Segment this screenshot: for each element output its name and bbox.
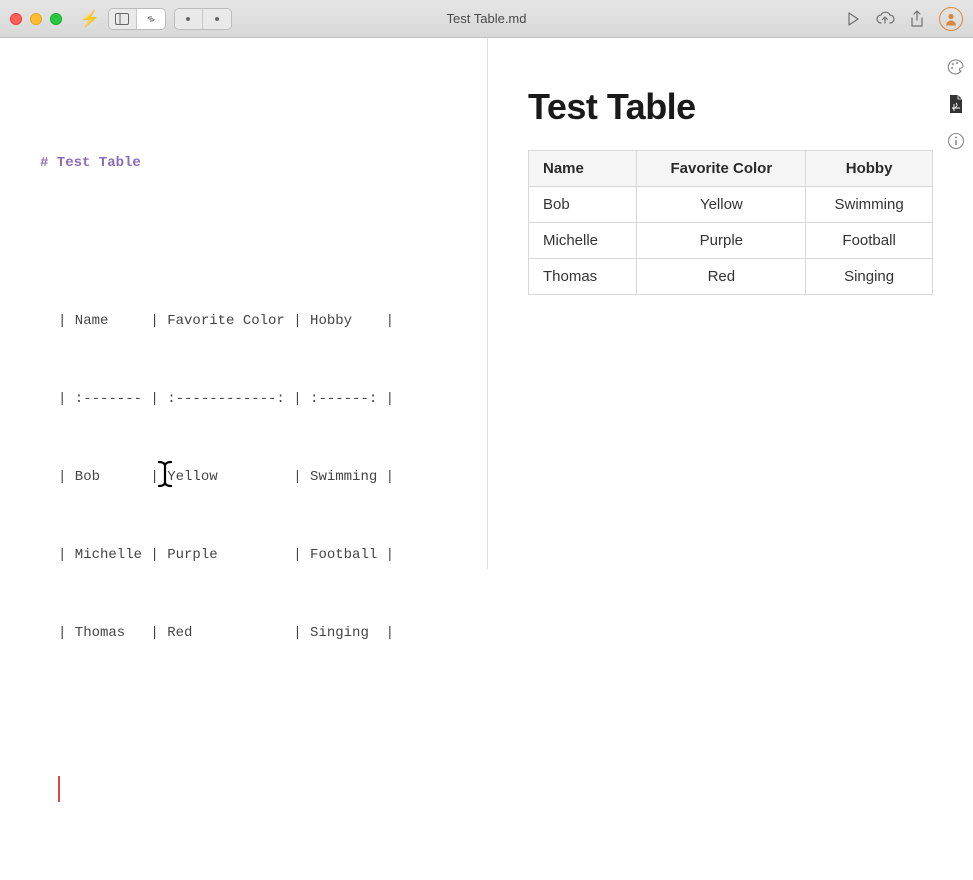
- table-row: Bob Yellow Swimming: [529, 187, 933, 223]
- share-button[interactable]: [909, 10, 925, 28]
- link-icon: [144, 13, 158, 25]
- right-rail: [939, 38, 973, 569]
- close-window-button[interactable]: [10, 13, 22, 25]
- quick-action-icon[interactable]: ⚡: [80, 9, 100, 29]
- editor-pane[interactable]: # Test Table | Name | Favorite Color | H…: [0, 38, 488, 569]
- table-header-name: Name: [529, 151, 637, 187]
- theme-button[interactable]: [947, 58, 965, 76]
- sidebar-toggle-control: [108, 8, 166, 30]
- window-controls: [10, 13, 62, 25]
- info-button[interactable]: [947, 132, 965, 150]
- view-mode-control: [174, 8, 232, 30]
- run-button[interactable]: [845, 11, 861, 27]
- table-cell: Swimming: [806, 187, 933, 223]
- toolbar-left: ⚡: [80, 8, 232, 30]
- info-icon: [947, 132, 965, 150]
- text-cursor-icon: [155, 408, 182, 540]
- fullscreen-window-button[interactable]: [50, 13, 62, 25]
- table-cell: Bob: [529, 187, 637, 223]
- document-filename: Test Table.md: [447, 11, 527, 26]
- minimize-window-button[interactable]: [30, 13, 42, 25]
- pdf-icon: [948, 94, 964, 114]
- preview-pane[interactable]: Test Table Name Favorite Color Hobby Bob…: [488, 38, 973, 569]
- dot-icon: [214, 16, 220, 22]
- titlebar: ⚡ Test Table.md: [0, 0, 973, 38]
- table-row: Michelle Purple Football: [529, 223, 933, 259]
- editor-line: | Thomas | Red | Singing |: [58, 620, 487, 646]
- table-cell: Singing: [806, 259, 933, 295]
- palette-icon: [947, 58, 965, 76]
- main-split: # Test Table | Name | Favorite Color | H…: [0, 38, 973, 569]
- play-icon: [845, 11, 861, 27]
- cloud-upload-icon: [875, 11, 895, 27]
- person-icon: [944, 12, 958, 26]
- account-avatar[interactable]: [939, 7, 963, 31]
- sidebar-left-toggle[interactable]: [109, 9, 137, 29]
- editor-cursor: [58, 776, 60, 802]
- editor-line: | :------- | :------------: | :------: |: [58, 386, 487, 412]
- dot-icon: [185, 16, 191, 22]
- preview-heading: Test Table: [528, 86, 933, 128]
- cloud-upload-button[interactable]: [875, 11, 895, 27]
- sidebar-left-icon: [115, 13, 129, 25]
- table-cell: Thomas: [529, 259, 637, 295]
- table-cell: Football: [806, 223, 933, 259]
- export-pdf-button[interactable]: [948, 94, 964, 114]
- table-cell: Purple: [637, 223, 806, 259]
- table-header-color: Favorite Color: [637, 151, 806, 187]
- view-mode-editor[interactable]: [175, 9, 203, 29]
- editor-heading-line: # Test Table: [40, 150, 487, 176]
- table-row: Thomas Red Singing: [529, 259, 933, 295]
- table-cell: Yellow: [637, 187, 806, 223]
- table-header-hobby: Hobby: [806, 151, 933, 187]
- editor-line: | Bob | Yellow | Swimming |: [58, 464, 487, 490]
- table-cell: Red: [637, 259, 806, 295]
- editor-line: | Michelle | Purple | Football |: [58, 542, 487, 568]
- table-cell: Michelle: [529, 223, 637, 259]
- table-header-row: Name Favorite Color Hobby: [529, 151, 933, 187]
- view-mode-split[interactable]: [203, 9, 231, 29]
- editor-body: | Name | Favorite Color | Hobby | | :---…: [58, 256, 487, 698]
- share-icon: [909, 10, 925, 28]
- sidebar-link-toggle[interactable]: [137, 9, 165, 29]
- toolbar-right: [845, 7, 963, 31]
- editor-line: | Name | Favorite Color | Hobby |: [58, 308, 487, 334]
- preview-table: Name Favorite Color Hobby Bob Yellow Swi…: [528, 150, 933, 295]
